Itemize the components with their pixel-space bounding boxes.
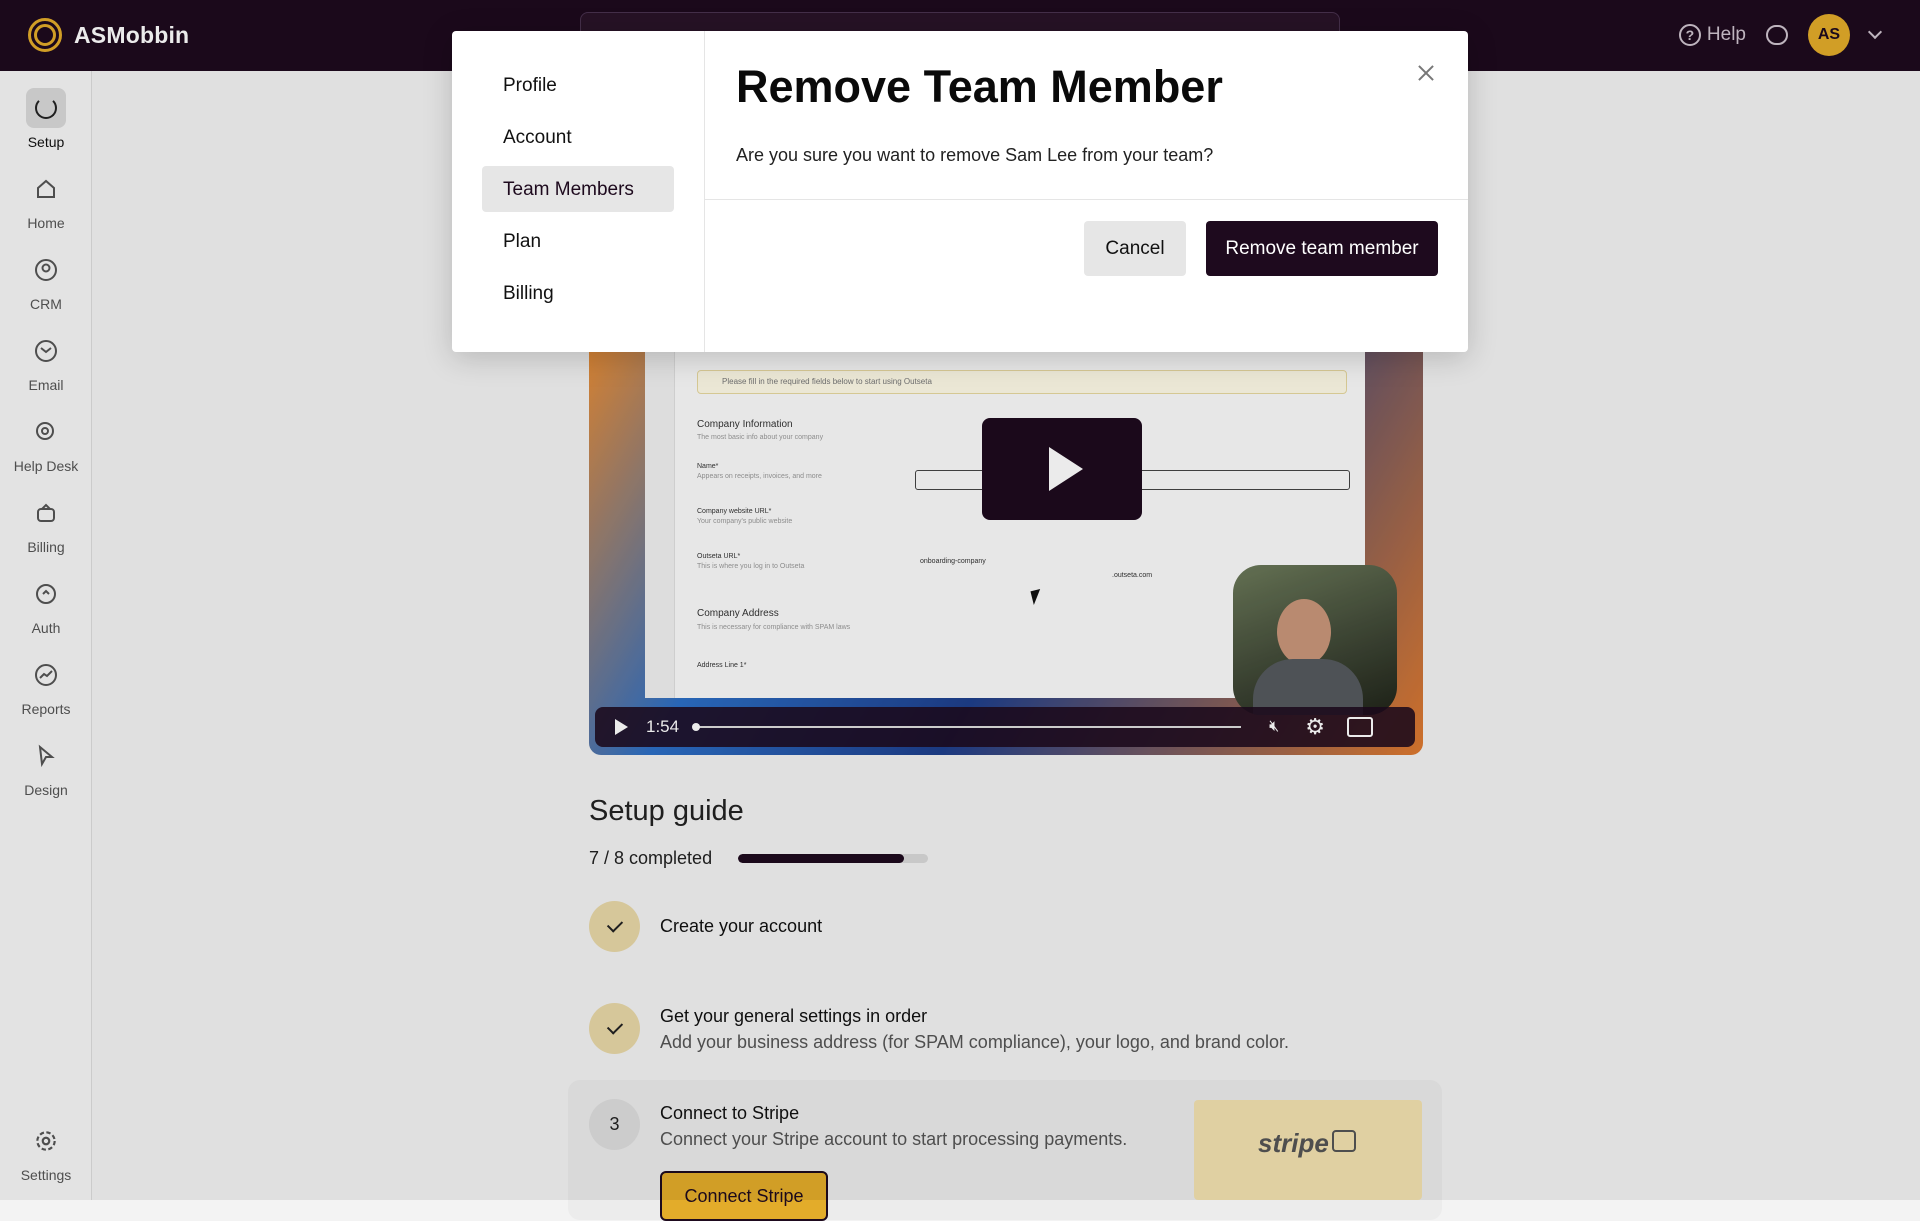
remove-team-member-dialog: Profile Account Team Members Plan Billin… <box>452 31 1468 352</box>
settings-nav-team-members[interactable]: Team Members <box>482 166 674 212</box>
settings-nav-profile[interactable]: Profile <box>482 62 674 108</box>
close-icon[interactable] <box>1414 61 1438 85</box>
settings-nav-account[interactable]: Account <box>482 114 674 160</box>
settings-nav-plan[interactable]: Plan <box>482 218 674 264</box>
dialog-title: Remove Team Member <box>736 61 1223 112</box>
dialog-message: Are you sure you want to remove Sam Lee … <box>736 145 1214 165</box>
settings-nav: Profile Account Team Members Plan Billin… <box>452 31 705 352</box>
settings-nav-billing[interactable]: Billing <box>482 270 674 316</box>
dialog-divider <box>705 199 1468 200</box>
cancel-button[interactable]: Cancel <box>1084 221 1186 276</box>
remove-team-member-button[interactable]: Remove team member <box>1206 221 1438 276</box>
